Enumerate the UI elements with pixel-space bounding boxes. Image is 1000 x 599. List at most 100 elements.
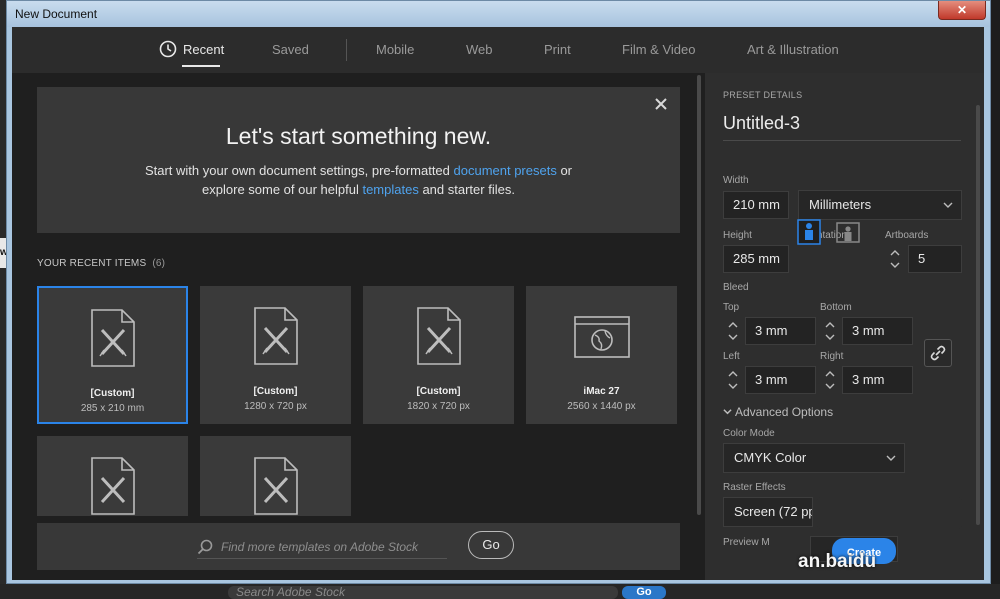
recent-item-card[interactable]: [Custom] 1280 x 720 px [200, 286, 351, 424]
document-pencil-icon [253, 307, 298, 365]
tab-mobile[interactable]: Mobile [376, 42, 414, 57]
height-input[interactable]: 285 mm [723, 245, 789, 273]
recent-item-card[interactable] [200, 436, 351, 516]
tab-divider [346, 39, 347, 61]
recent-item-name: [Custom] [416, 386, 461, 397]
stock-go-button[interactable]: Go [468, 531, 514, 559]
close-icon[interactable] [654, 97, 668, 111]
recent-item-card[interactable]: [Custom] 1820 x 720 px [363, 286, 514, 424]
chevron-down-icon [943, 202, 953, 208]
tab-saved[interactable]: Saved [272, 42, 309, 57]
recent-items-count: (6) [152, 258, 166, 269]
color-mode-value: CMYK Color [734, 450, 807, 465]
dialog-content: Recent Saved Mobile Web Print Film & Vid… [12, 27, 984, 580]
recent-area: Let's start something new. Start with yo… [12, 73, 705, 580]
welcome-title: Let's start something new. [225, 123, 492, 149]
tab-art-illustration[interactable]: Art & Illustration [747, 42, 839, 57]
bleed-bottom-stepper-icon[interactable] [820, 317, 840, 345]
watermark-text: an.baidu [798, 551, 877, 572]
title-bar[interactable]: New Document ✕ [7, 1, 990, 27]
tab-recent[interactable]: Recent [183, 42, 224, 57]
recent-item-size: 285 x 210 mm [80, 403, 145, 414]
preset-scrollbar[interactable] [976, 105, 980, 525]
recent-item-name: iMac 27 [583, 386, 620, 397]
artboards-stepper-icon[interactable] [885, 245, 905, 273]
document-name-input[interactable]: Untitled-3 [723, 113, 961, 141]
web-browser-icon [573, 316, 630, 358]
document-pencil-icon [90, 309, 135, 367]
recent-item-name: [Custom] [253, 386, 298, 397]
bleed-left-input[interactable]: 3 mm [745, 366, 816, 394]
tab-film-video[interactable]: Film & Video [622, 42, 695, 57]
background-stock-search: Search Adobe Stock [228, 586, 618, 599]
recent-item-card[interactable]: [Custom] 285 x 210 mm [37, 286, 188, 424]
document-presets-link[interactable]: document presets [454, 163, 557, 178]
chevron-down-icon [723, 409, 732, 415]
bleed-top-stepper-icon[interactable] [723, 317, 743, 345]
bleed-label: Bleed [723, 282, 749, 293]
document-pencil-icon [90, 457, 135, 515]
chain-link-icon [930, 345, 946, 361]
width-label: Width [723, 175, 749, 186]
background-go-button: Go [622, 586, 666, 599]
search-icon [197, 539, 213, 555]
welcome-line2-end: and starter files. [418, 182, 515, 197]
window-title: New Document [15, 7, 98, 21]
tab-web[interactable]: Web [466, 42, 493, 57]
chevron-down-icon [886, 455, 896, 461]
window-close-button[interactable]: ✕ [938, 1, 986, 20]
recent-item-card[interactable] [37, 436, 188, 516]
recent-item-size: 1280 x 720 px [244, 401, 307, 412]
recent-item-card[interactable]: iMac 27 2560 x 1440 px [526, 286, 677, 424]
stock-search-input[interactable]: Find more templates on Adobe Stock [197, 533, 447, 559]
new-document-dialog: New Document ✕ Recent Saved Mobile Web P… [6, 0, 991, 584]
bleed-top-input[interactable]: 3 mm [745, 317, 816, 345]
raster-effects-label: Raster Effects [723, 482, 786, 493]
preset-details-heading: PRESET DETAILS [723, 90, 803, 100]
bleed-right-input[interactable]: 3 mm [842, 366, 913, 394]
recent-scrollbar[interactable] [697, 75, 701, 515]
recent-items-header: YOUR RECENT ITEMS (6) [37, 258, 165, 269]
preset-details-panel: PRESET DETAILS Untitled-3 Width 210 mm M… [705, 73, 984, 580]
welcome-line1-end: or [556, 163, 573, 178]
bleed-right-label: Right [820, 351, 844, 362]
landscape-orientation-icon[interactable] [836, 219, 860, 245]
welcome-text: Start with your own document settings, p… [37, 161, 680, 199]
preview-mode-label: Preview M [723, 537, 770, 548]
height-label: Height [723, 230, 752, 241]
recent-item-size: 1820 x 720 px [407, 401, 470, 412]
tab-print[interactable]: Print [544, 42, 571, 57]
units-select[interactable]: Millimeters [798, 190, 962, 220]
adobe-stock-search-bar: Find more templates on Adobe Stock Go [37, 523, 680, 570]
color-mode-select[interactable]: CMYK Color [723, 443, 905, 473]
advanced-options-toggle[interactable]: Advanced Options [723, 405, 833, 419]
portrait-orientation-icon[interactable] [797, 219, 821, 245]
bleed-bottom-label: Bottom [820, 302, 852, 313]
clock-icon [159, 40, 177, 58]
recent-item-size: 2560 x 1440 px [567, 401, 636, 412]
bleed-left-stepper-icon[interactable] [723, 366, 743, 394]
bleed-top-label: Top [723, 302, 740, 313]
width-input[interactable]: 210 mm [723, 191, 789, 219]
document-pencil-icon [253, 457, 298, 515]
obscured-region [817, 497, 962, 529]
templates-link[interactable]: templates [362, 182, 418, 197]
color-mode-label: Color Mode [723, 428, 775, 439]
bleed-right-stepper-icon[interactable] [820, 366, 840, 394]
bleed-left-label: Left [723, 351, 740, 362]
artboards-input[interactable]: 5 [908, 245, 962, 273]
link-bleed-button[interactable] [924, 339, 952, 367]
recent-item-name: [Custom] [90, 388, 135, 399]
welcome-line2-start: explore some of our helpful [202, 182, 363, 197]
document-pencil-icon [416, 307, 461, 365]
welcome-line1-start: Start with your own document settings, p… [144, 163, 454, 178]
active-tab-indicator [182, 65, 220, 67]
units-value: Millimeters [809, 197, 872, 212]
recent-items-title: YOUR RECENT ITEMS [37, 258, 147, 269]
category-tabs: Recent Saved Mobile Web Print Film & Vid… [12, 27, 984, 73]
bleed-bottom-input[interactable]: 3 mm [842, 317, 913, 345]
welcome-banner: Let's start something new. Start with yo… [37, 87, 680, 233]
raster-effects-select[interactable]: Screen (72 ppi [723, 497, 813, 527]
artboards-label: Artboards [885, 230, 929, 241]
stock-search-placeholder: Find more templates on Adobe Stock [221, 540, 418, 554]
